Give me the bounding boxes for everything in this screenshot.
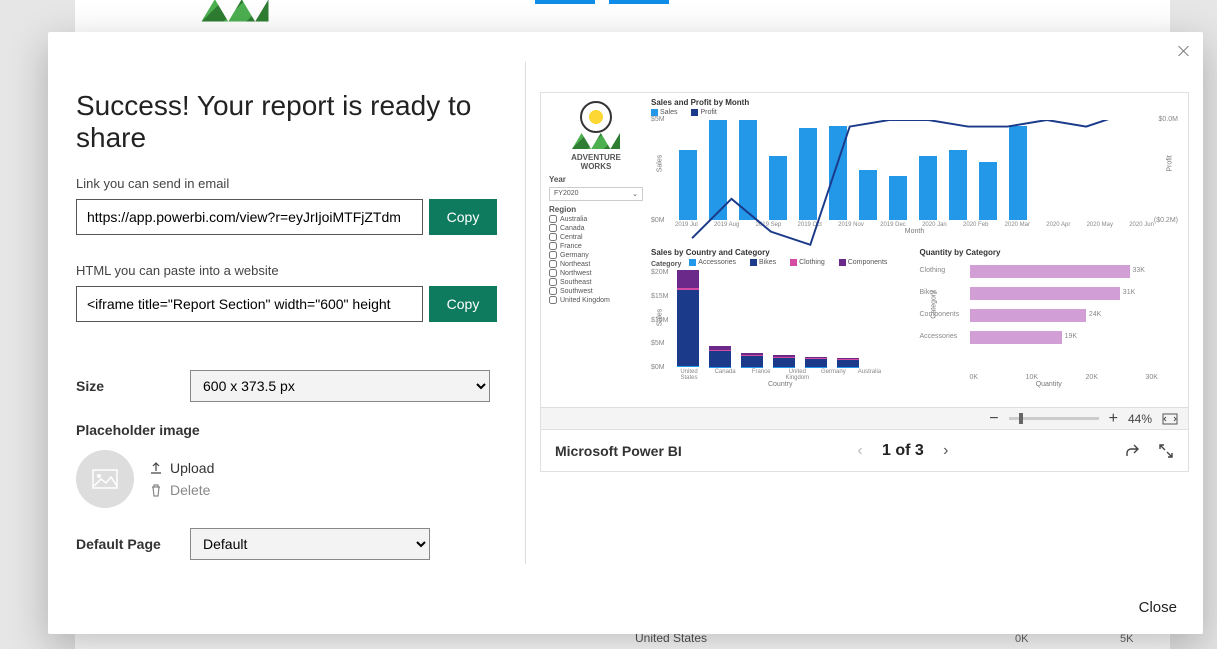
- logo-icon: [193, 0, 277, 22]
- chevron-down-icon: ⌄: [632, 190, 638, 198]
- zoom-slider[interactable]: [1009, 417, 1099, 420]
- chart-quantity-category: Quantity by Category Category Clothing33…: [920, 248, 1179, 388]
- x-axis-label: Country: [651, 381, 910, 388]
- copy-html-button[interactable]: Copy: [429, 286, 497, 322]
- size-select[interactable]: 600 x 373.5 px: [190, 370, 490, 402]
- placeholder-label: Placeholder image: [76, 422, 497, 438]
- default-page-label: Default Page: [76, 536, 176, 552]
- zoom-out-button[interactable]: −: [989, 410, 998, 428]
- region-label: Region: [549, 205, 643, 214]
- footer-brand: Microsoft Power BI: [555, 443, 682, 459]
- chart-legend: Category Accessories Bikes Clothing Comp…: [651, 259, 910, 268]
- share-icon[interactable]: [1124, 443, 1140, 459]
- bg-bar: [535, 0, 595, 4]
- pager: ‹ 1 of 3 ›: [852, 442, 954, 460]
- y-tick: $5M: [651, 116, 665, 123]
- fit-page-icon[interactable]: [1162, 411, 1178, 427]
- upload-label: Upload: [170, 460, 214, 476]
- region-checkbox[interactable]: Central: [549, 233, 643, 241]
- close-icon[interactable]: [1177, 44, 1191, 58]
- dialog-right-pane: ADVENTUREWORKS Year FY2020⌄ Region Austr…: [526, 32, 1203, 634]
- link-input[interactable]: [76, 199, 423, 235]
- default-page-select[interactable]: Default: [190, 528, 430, 560]
- report-preview: ADVENTUREWORKS Year FY2020⌄ Region Austr…: [540, 92, 1189, 430]
- page-indicator: 1 of 3: [882, 442, 924, 460]
- preview-footer: Microsoft Power BI ‹ 1 of 3 ›: [540, 430, 1189, 472]
- html-input[interactable]: [76, 286, 423, 322]
- region-checkbox[interactable]: Southwest: [549, 287, 643, 295]
- dialog-title: Success! Your report is ready to share: [76, 90, 497, 154]
- y-tick: $0.0M: [1159, 116, 1178, 123]
- upload-button[interactable]: Upload: [148, 460, 214, 476]
- bg-bar: [609, 0, 669, 4]
- html-label: HTML you can paste into a website: [76, 263, 497, 278]
- trash-icon: [148, 482, 164, 498]
- copy-link-button[interactable]: Copy: [429, 199, 497, 235]
- zoom-value: 44%: [1128, 412, 1152, 426]
- region-checkbox[interactable]: Canada: [549, 224, 643, 232]
- region-checkbox[interactable]: Germany: [549, 251, 643, 259]
- region-checkbox[interactable]: United Kingdom: [549, 296, 643, 304]
- bg-label: 5K: [1120, 633, 1133, 645]
- chart-title: Sales and Profit by Month: [651, 98, 1178, 107]
- upload-icon: [148, 460, 164, 476]
- chart-sales-profit: Sales and Profit by Month Sales Profit $…: [651, 98, 1178, 248]
- chart-sales-country: Sales by Country and Category Category A…: [651, 248, 910, 388]
- chevron-left-icon[interactable]: ‹: [852, 443, 868, 459]
- chevron-right-icon[interactable]: ›: [938, 443, 954, 459]
- region-checkbox[interactable]: Southeast: [549, 278, 643, 286]
- x-axis: 0K10K20K30K: [970, 374, 1159, 381]
- chart-legend: Sales Profit: [651, 109, 1178, 118]
- y-tick: ($0.2M): [1154, 217, 1178, 224]
- delete-label: Delete: [170, 482, 210, 498]
- preview-sidebar: ADVENTUREWORKS Year FY2020⌄ Region Austr…: [541, 93, 651, 407]
- share-dialog: Success! Your report is ready to share L…: [48, 32, 1203, 634]
- dialog-left-pane: Success! Your report is ready to share L…: [48, 62, 526, 564]
- zoom-toolbar: − + 44%: [541, 407, 1188, 429]
- region-checkbox[interactable]: France: [549, 242, 643, 250]
- region-checkbox[interactable]: Australia: [549, 215, 643, 223]
- delete-button[interactable]: Delete: [148, 482, 214, 498]
- close-button[interactable]: Close: [1139, 599, 1177, 616]
- region-checkbox[interactable]: Northwest: [549, 269, 643, 277]
- region-list: AustraliaCanadaCentralFranceGermanyNorth…: [549, 215, 643, 304]
- link-label: Link you can send in email: [76, 176, 497, 191]
- fullscreen-icon[interactable]: [1158, 443, 1174, 459]
- logo-text: ADVENTUREWORKS: [549, 153, 643, 171]
- y-axis-label: Sales: [656, 155, 663, 173]
- logo-icon: [566, 101, 626, 149]
- size-label: Size: [76, 378, 176, 394]
- bg-label: 0K: [1015, 633, 1028, 645]
- zoom-in-button[interactable]: +: [1109, 410, 1118, 428]
- image-placeholder-icon: [76, 450, 134, 508]
- region-checkbox[interactable]: Northeast: [549, 260, 643, 268]
- year-label: Year: [549, 175, 643, 184]
- year-select[interactable]: FY2020⌄: [549, 187, 643, 201]
- y-axis-label: Profit: [1166, 155, 1173, 171]
- x-axis-label: Quantity: [920, 381, 1179, 388]
- y-tick: $0M: [651, 217, 665, 224]
- x-axis: United StatesCanadaFranceUnited KingdomG…: [673, 369, 886, 381]
